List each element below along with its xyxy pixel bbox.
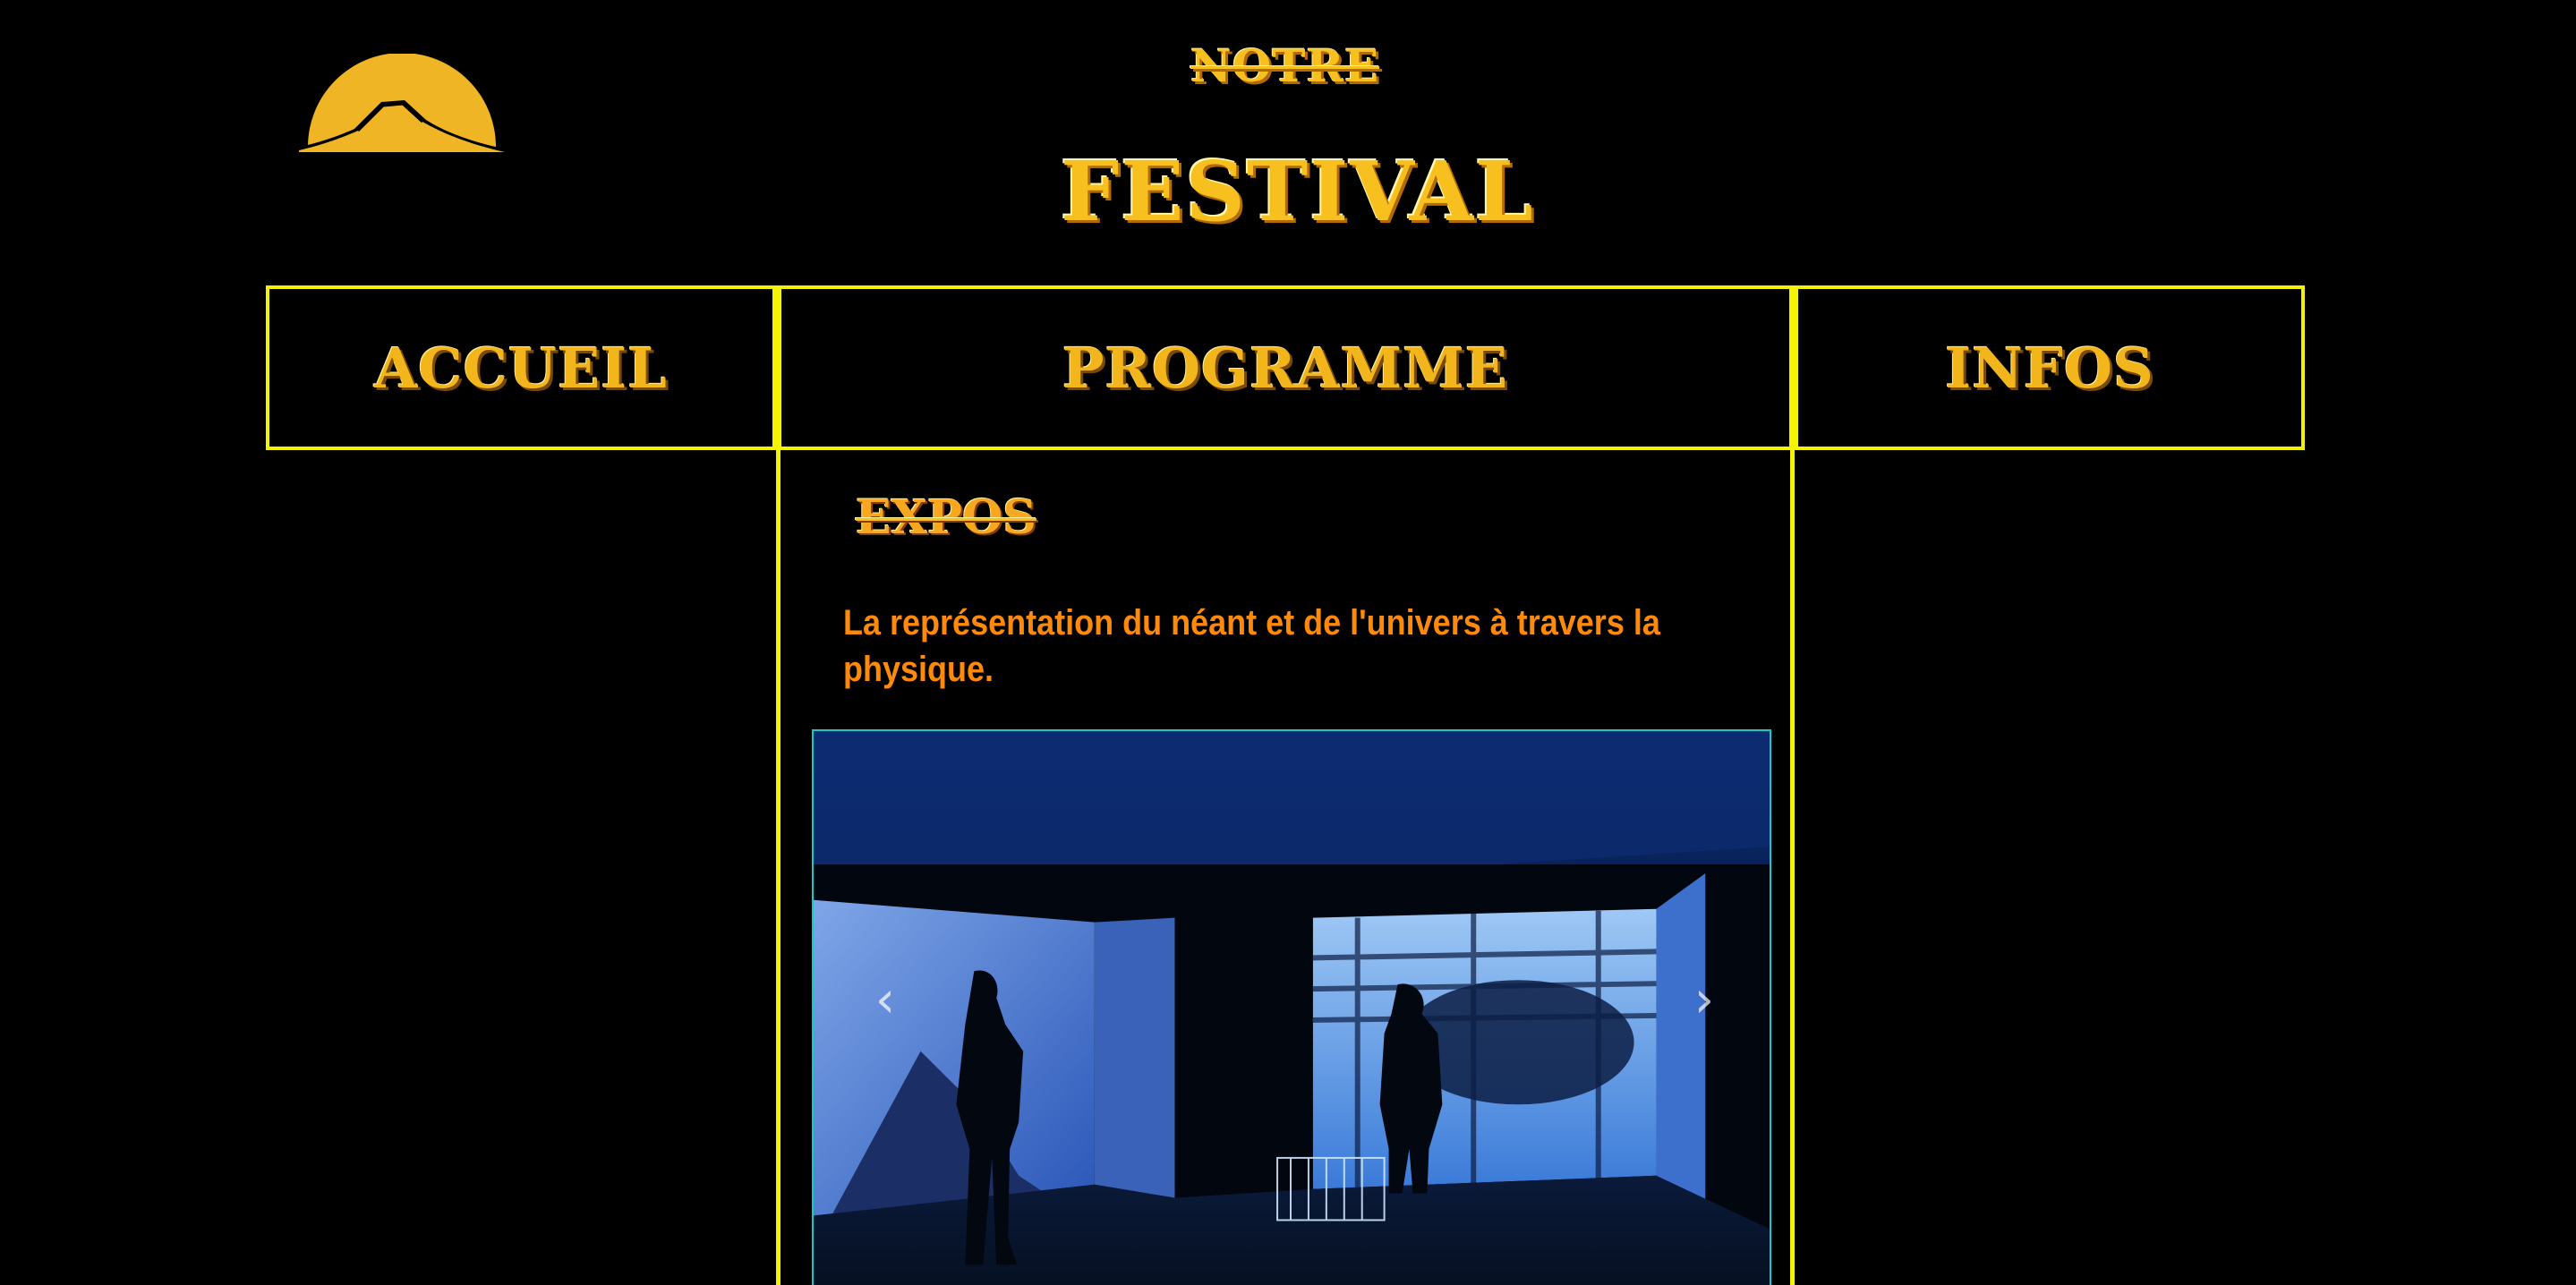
programme-panel: EXPOS La représentation du néant et de l…	[776, 450, 1795, 1285]
site-title-festival: FESTIVAL	[1061, 143, 1535, 240]
image-carousel[interactable]: ‹ ›	[812, 729, 1771, 1285]
exhibition-photo	[814, 731, 1770, 1285]
chevron-right-icon[interactable]: ›	[1682, 968, 1727, 1031]
nav-item-infos[interactable]: INFOS	[1795, 285, 2305, 450]
main-nav: ACCUEIL PROGRAMME INFOS	[266, 285, 2305, 450]
section-title-expos: EXPOS	[856, 490, 1036, 545]
section-description: La représentation du néant et de l'unive…	[843, 603, 1660, 689]
chevron-left-icon[interactable]: ‹	[863, 968, 908, 1031]
sun-mountain-logo-icon[interactable]	[292, 54, 512, 159]
site-title-notre: NOTRE	[1190, 39, 1380, 92]
nav-item-accueil[interactable]: ACCUEIL	[266, 285, 776, 450]
nav-item-programme[interactable]: PROGRAMME	[776, 285, 1795, 450]
